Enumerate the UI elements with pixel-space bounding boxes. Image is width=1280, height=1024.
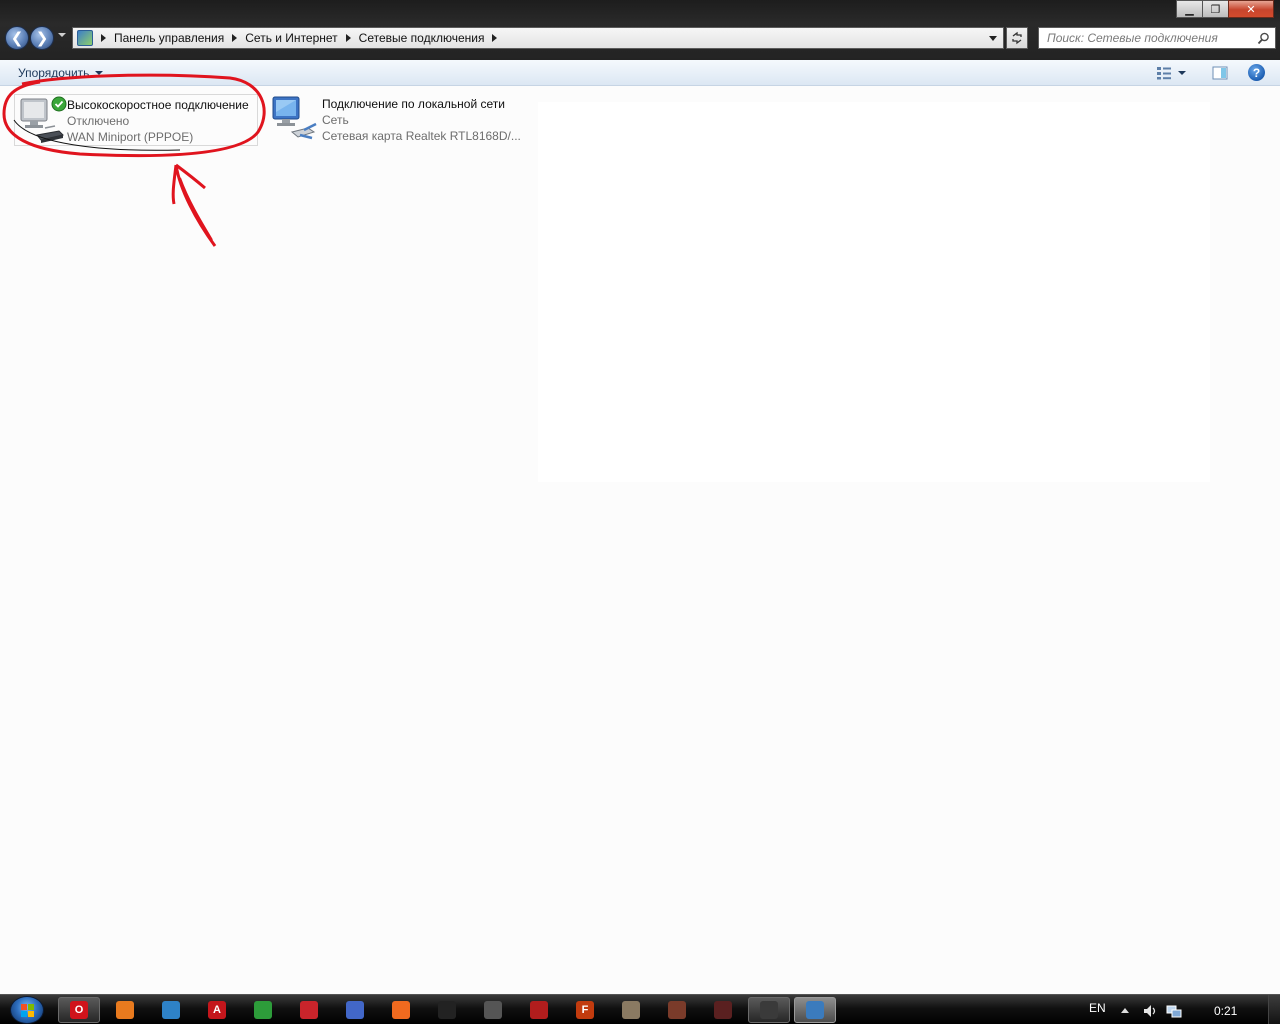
taskbar-app-app-16[interactable] bbox=[748, 997, 790, 1023]
control-panel-icon bbox=[77, 30, 93, 46]
app-15-icon bbox=[714, 1001, 732, 1019]
breadcrumb-separator[interactable] bbox=[492, 34, 498, 42]
title-bar: ▁ ❐ ✕ ❮ ❯ Панель управления Сеть и Интер… bbox=[0, 0, 1280, 60]
empty-area bbox=[538, 102, 1210, 482]
search-box[interactable] bbox=[1038, 27, 1276, 49]
change-view-button[interactable] bbox=[1156, 64, 1194, 82]
start-button[interactable] bbox=[10, 996, 44, 1024]
windows-logo-icon bbox=[21, 1004, 34, 1017]
taskbar-app-app-5[interactable] bbox=[242, 997, 284, 1023]
maximize-button[interactable]: ❐ bbox=[1202, 0, 1229, 18]
opera-icon: O bbox=[70, 1001, 88, 1019]
close-button[interactable]: ✕ bbox=[1228, 0, 1274, 18]
taskbar-app-steam[interactable] bbox=[472, 997, 514, 1023]
lan-connection-icon bbox=[270, 94, 322, 144]
recent-pages-dropdown[interactable] bbox=[58, 33, 66, 37]
taskbar-app-firefox[interactable] bbox=[104, 997, 146, 1023]
taskbar-app-app-11[interactable] bbox=[518, 997, 560, 1023]
minimize-button[interactable]: ▁ bbox=[1176, 0, 1203, 18]
command-bar: Упорядочить ? bbox=[0, 60, 1280, 86]
taskbar-app-app-12[interactable]: F bbox=[564, 997, 606, 1023]
connection-item-lan[interactable]: Подключение по локальной сети Сеть Сетев… bbox=[270, 94, 520, 146]
show-desktop-button[interactable] bbox=[1268, 995, 1280, 1024]
search-input[interactable] bbox=[1047, 31, 1255, 45]
connection-details: Высокоскоростное подключение Отключено W… bbox=[67, 95, 249, 145]
connection-name: Высокоскоростное подключение bbox=[67, 98, 249, 112]
organize-label: Упорядочить bbox=[18, 66, 90, 80]
taskbar-app-app-3[interactable] bbox=[150, 997, 192, 1023]
preview-pane-icon[interactable] bbox=[1212, 65, 1228, 81]
connection-device: Сетевая карта Realtek RTL8168D/... bbox=[322, 129, 520, 143]
address-dropdown-icon[interactable] bbox=[989, 36, 997, 41]
show-hidden-icons-button[interactable] bbox=[1121, 1008, 1129, 1013]
connection-item-broadband[interactable]: Высокоскоростное подключение Отключено W… bbox=[14, 94, 258, 146]
window-controls: ▁ ❐ ✕ bbox=[1176, 0, 1274, 20]
connected-check-icon bbox=[51, 96, 67, 112]
app-3-icon bbox=[162, 1001, 180, 1019]
app-11-icon bbox=[530, 1001, 548, 1019]
app-9-icon bbox=[438, 1001, 456, 1019]
app-5-icon bbox=[254, 1001, 272, 1019]
app-12-icon: F bbox=[576, 1001, 594, 1019]
app-16-icon bbox=[760, 1001, 778, 1019]
breadcrumb-separator[interactable] bbox=[232, 34, 238, 42]
taskbar-app-app-6[interactable] bbox=[288, 997, 330, 1023]
chevron-down-icon[interactable] bbox=[1178, 71, 1186, 75]
connection-device: WAN Miniport (PPPOE) bbox=[67, 130, 194, 144]
connection-details: Подключение по локальной сети Сеть Сетев… bbox=[322, 94, 520, 146]
refresh-icon bbox=[1012, 31, 1022, 45]
breadcrumb-network-connections[interactable]: Сетевые подключения bbox=[359, 31, 485, 45]
refresh-button[interactable] bbox=[1006, 27, 1028, 49]
connection-name: Подключение по локальной сети bbox=[322, 97, 505, 111]
broadband-connection-icon bbox=[15, 95, 67, 145]
breadcrumb-separator[interactable] bbox=[345, 34, 351, 42]
search-icon[interactable] bbox=[1257, 32, 1270, 45]
connection-status: Сеть bbox=[322, 113, 349, 127]
help-button[interactable]: ? bbox=[1248, 64, 1265, 81]
firefox-icon bbox=[116, 1001, 134, 1019]
language-indicator[interactable]: EN bbox=[1089, 1001, 1106, 1015]
connection-status: Отключено bbox=[67, 114, 130, 128]
organize-menu-button[interactable]: Упорядочить bbox=[12, 63, 109, 83]
app-8-icon bbox=[392, 1001, 410, 1019]
taskbar-app-app-15[interactable] bbox=[702, 997, 744, 1023]
address-bar[interactable]: Панель управления Сеть и Интернет Сетевы… bbox=[72, 27, 1004, 49]
app-14-icon bbox=[668, 1001, 686, 1019]
adobe-reader-icon: A bbox=[208, 1001, 226, 1019]
taskbar: O A F EN 0:21 bbox=[0, 994, 1280, 1024]
network-tray-icon[interactable] bbox=[1166, 1003, 1182, 1019]
back-button[interactable]: ❮ bbox=[5, 26, 29, 50]
steam-icon bbox=[484, 1001, 502, 1019]
breadcrumb-separator[interactable] bbox=[101, 34, 106, 42]
breadcrumb-control-panel[interactable]: Панель управления bbox=[114, 31, 224, 45]
volume-icon[interactable] bbox=[1142, 1003, 1158, 1019]
taskbar-app-app-7[interactable] bbox=[334, 997, 376, 1023]
forward-button[interactable]: ❯ bbox=[30, 26, 54, 50]
explorer-network-icon bbox=[806, 1001, 824, 1019]
taskbar-app-app-9[interactable] bbox=[426, 997, 468, 1023]
taskbar-app-app-13[interactable] bbox=[610, 997, 652, 1023]
connections-list-view[interactable]: Высокоскоростное подключение Отключено W… bbox=[0, 87, 1280, 993]
taskbar-app-adobe-reader[interactable]: A bbox=[196, 997, 238, 1023]
clock[interactable]: 0:21 bbox=[1214, 1004, 1237, 1018]
taskbar-app-opera[interactable]: O bbox=[58, 997, 100, 1023]
taskbar-app-app-8[interactable] bbox=[380, 997, 422, 1023]
chevron-down-icon bbox=[95, 71, 104, 75]
breadcrumb-network-internet[interactable]: Сеть и Интернет bbox=[245, 31, 337, 45]
app-13-icon bbox=[622, 1001, 640, 1019]
app-7-icon bbox=[346, 1001, 364, 1019]
app-6-icon bbox=[300, 1001, 318, 1019]
taskbar-app-app-14[interactable] bbox=[656, 997, 698, 1023]
views-icon bbox=[1157, 67, 1171, 80]
taskbar-app-explorer-network[interactable] bbox=[794, 997, 836, 1023]
